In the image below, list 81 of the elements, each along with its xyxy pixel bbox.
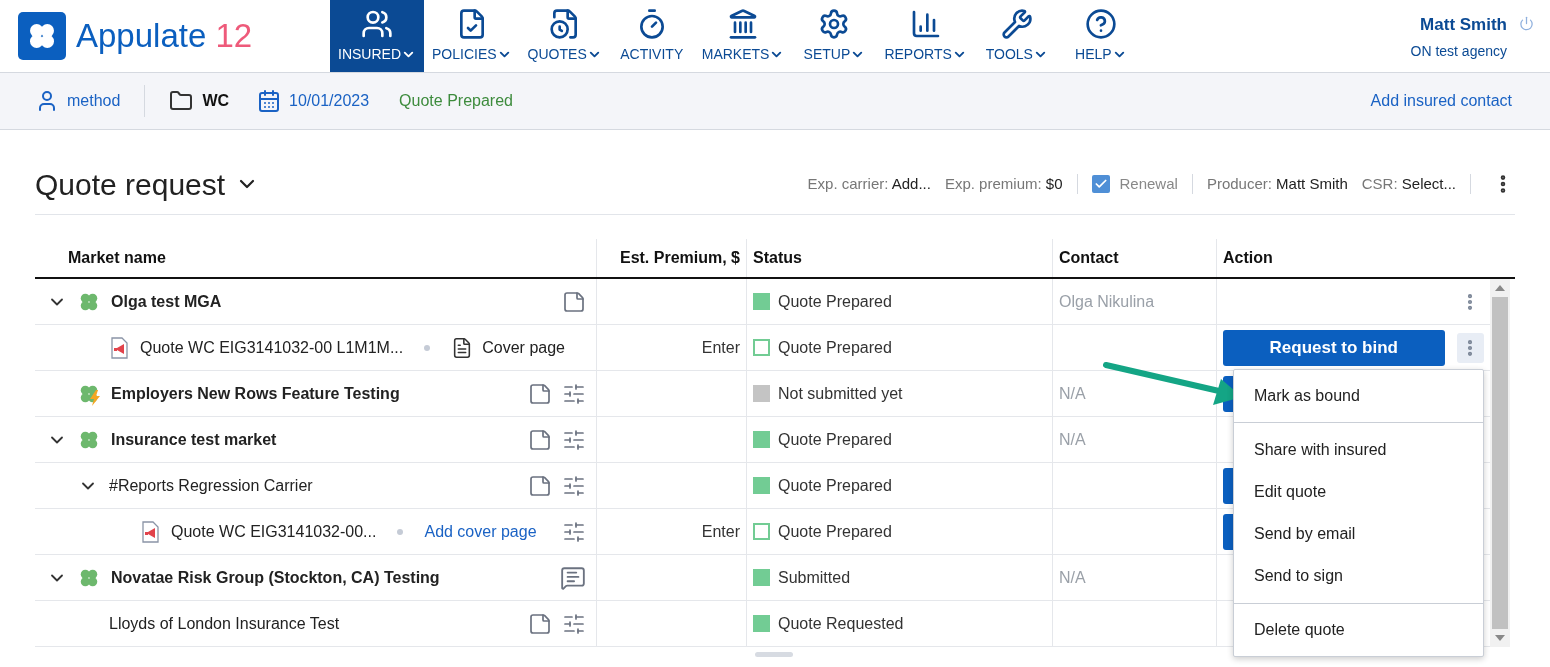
market-name[interactable]: Employers New Rows Feature Testing: [111, 381, 400, 406]
status-label: Submitted: [778, 567, 851, 588]
note-icon[interactable]: [528, 473, 552, 498]
column-header: Market name: [68, 248, 166, 268]
note-icon[interactable]: [528, 427, 552, 452]
status-label: Quote Prepared: [778, 291, 892, 312]
nav-tab[interactable]: REPORTS: [876, 0, 975, 72]
menu-item[interactable]: Send to sign: [1234, 555, 1483, 597]
logo-text[interactable]: Appulate 12: [76, 11, 253, 61]
column-header: Action: [1223, 248, 1273, 268]
line-of-business: WC: [202, 91, 230, 111]
status-label: Quote Prepared: [778, 521, 892, 542]
meta-field[interactable]: Exp. carrier: Add...: [807, 172, 931, 196]
contact-name: N/A: [1059, 429, 1086, 450]
nav-tab[interactable]: INSURED: [330, 0, 424, 72]
page-title[interactable]: Quote request: [35, 161, 226, 207]
sliders-icon[interactable]: [562, 381, 586, 406]
quote-document-icon: [140, 520, 162, 543]
market-name[interactable]: #Reports Regression Carrier: [109, 473, 313, 498]
status-label: Quote Prepared: [778, 429, 892, 450]
renewal-label: Renewal: [1119, 173, 1178, 194]
nav-tab[interactable]: TOOLS: [974, 0, 1059, 72]
contact-name: N/A: [1059, 567, 1086, 588]
menu-item[interactable]: Mark as bound: [1234, 376, 1483, 416]
market-name[interactable]: Lloyds of London Insurance Test: [109, 611, 340, 636]
quote-name[interactable]: Quote WC EIG3141032-00...: [171, 519, 377, 544]
status-label: Quote Prepared: [778, 337, 892, 358]
meta-field[interactable]: Exp. premium: $0: [944, 172, 1063, 196]
nav-icon[interactable]: [1084, 7, 1117, 40]
user-name[interactable]: Matt Smith: [1420, 12, 1507, 38]
quote-status: Quote Prepared: [399, 91, 513, 111]
scroll-down-icon[interactable]: [1495, 635, 1505, 641]
add-cover-page-link[interactable]: Add cover page: [424, 519, 537, 544]
market-name[interactable]: Olga test MGA: [111, 289, 222, 314]
sliders-icon[interactable]: [562, 611, 586, 636]
nav-tab[interactable]: QUOTES: [519, 0, 610, 72]
quote-document-icon: [109, 336, 131, 359]
menu-item[interactable]: Delete quote: [1234, 610, 1483, 650]
note-icon[interactable]: [562, 289, 586, 314]
sliders-icon[interactable]: [562, 427, 586, 452]
nav-tab[interactable]: SETUP: [792, 0, 877, 72]
nav-tab[interactable]: MARKETS: [693, 0, 793, 72]
status-label: Quote Requested: [778, 613, 904, 634]
nav-tab[interactable]: HELP: [1058, 0, 1143, 72]
column-header: Contact: [1059, 248, 1119, 268]
agency-name: ON test agency: [1410, 41, 1507, 61]
add-insured-contact-link[interactable]: Add insured contact: [1370, 89, 1512, 113]
menu-item[interactable]: Share with insured: [1234, 429, 1483, 471]
calendar-icon[interactable]: [257, 89, 282, 113]
chat-icon[interactable]: [560, 564, 586, 591]
quote-name[interactable]: Quote WC EIG3141032-00 L1M1M...: [140, 335, 404, 360]
note-icon[interactable]: [528, 611, 552, 636]
meta-field[interactable]: Producer: Matt Smith: [1206, 172, 1348, 196]
insured-name-link[interactable]: method: [67, 89, 121, 113]
note-icon[interactable]: [528, 381, 552, 406]
meta-field[interactable]: CSR: Select...: [1361, 172, 1456, 196]
horizontal-scroll-handle[interactable]: [755, 652, 793, 657]
premium-input[interactable]: Enter: [701, 335, 740, 360]
request-to-bind-button[interactable]: Request to bind: [1223, 329, 1445, 366]
market-name[interactable]: Insurance test market: [111, 427, 277, 452]
cover-page-label[interactable]: Cover page: [482, 335, 565, 360]
scroll-up-icon[interactable]: [1495, 285, 1505, 291]
sliders-icon[interactable]: [562, 473, 586, 498]
logo-icon[interactable]: [18, 12, 66, 60]
column-header: Status: [753, 248, 802, 268]
status-label: Quote Prepared: [778, 475, 892, 496]
nav-tab[interactable]: ACTIVITY: [609, 0, 694, 72]
contact-name: Olga Nikulina: [1059, 291, 1155, 312]
menu-item[interactable]: Send by email: [1234, 513, 1483, 555]
contact-name: N/A: [1059, 383, 1086, 404]
column-header: Est. Premium, $: [619, 248, 740, 268]
effective-date[interactable]: 10/01/2023: [289, 89, 370, 113]
nav-icon[interactable]: [1000, 7, 1033, 40]
premium-input[interactable]: Enter: [701, 519, 740, 544]
scrollbar[interactable]: [1490, 279, 1510, 647]
nav-tab[interactable]: POLICIES: [424, 0, 520, 72]
menu-item[interactable]: Edit quote: [1234, 471, 1483, 513]
sliders-icon[interactable]: [562, 519, 586, 544]
folder-icon: [169, 89, 194, 113]
status-label: Not submitted yet: [778, 383, 903, 404]
market-name[interactable]: Novatae Risk Group (Stockton, CA) Testing: [111, 565, 440, 590]
